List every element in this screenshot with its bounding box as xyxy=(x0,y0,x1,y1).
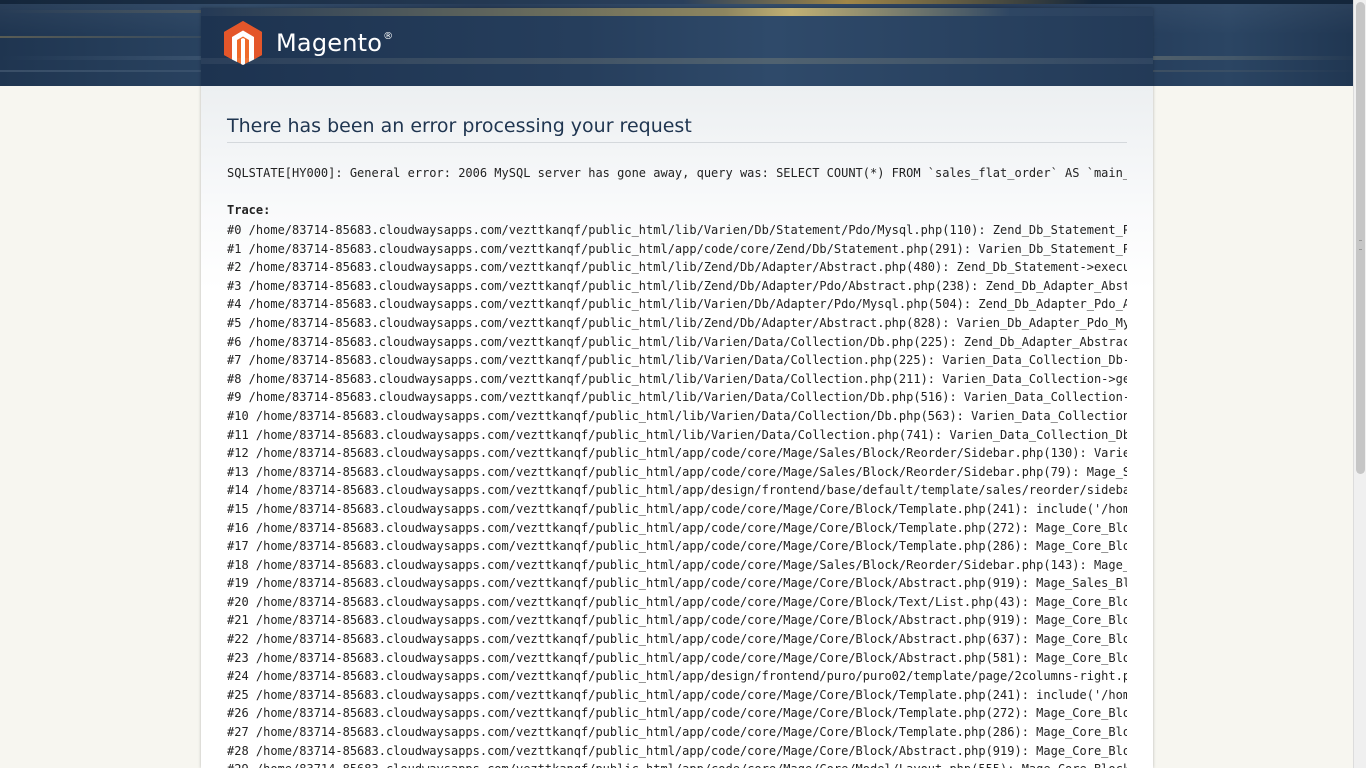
trace-line: #11 /home/83714-85683.cloudwaysapps.com/… xyxy=(227,427,1127,442)
trace-line: #25 /home/83714-85683.cloudwaysapps.com/… xyxy=(227,687,1127,702)
logo-text: Magento® xyxy=(276,29,394,57)
scrollbar-thumb[interactable] xyxy=(1356,2,1365,474)
scrollbar-grip-icon xyxy=(1359,240,1362,250)
trace-line: #13 /home/83714-85683.cloudwaysapps.com/… xyxy=(227,464,1127,479)
error-content: There has been an error processing your … xyxy=(201,86,1153,768)
trace-line: #16 /home/83714-85683.cloudwaysapps.com/… xyxy=(227,520,1127,535)
main-column: Magento® There has been an error process… xyxy=(201,8,1153,768)
trace-line: #22 /home/83714-85683.cloudwaysapps.com/… xyxy=(227,632,1127,647)
trace-line: #15 /home/83714-85683.cloudwaysapps.com/… xyxy=(227,501,1127,516)
trace-line: #23 /home/83714-85683.cloudwaysapps.com/… xyxy=(227,650,1127,665)
trace-line: #20 /home/83714-85683.cloudwaysapps.com/… xyxy=(227,594,1127,609)
trace-line: #4 /home/83714-85683.cloudwaysapps.com/v… xyxy=(227,297,1127,312)
trace-line: #18 /home/83714-85683.cloudwaysapps.com/… xyxy=(227,557,1127,572)
trace-line: #26 /home/83714-85683.cloudwaysapps.com/… xyxy=(227,706,1127,721)
trace-line: #2 /home/83714-85683.cloudwaysapps.com/v… xyxy=(227,260,1127,275)
trace-line: #10 /home/83714-85683.cloudwaysapps.com/… xyxy=(227,408,1127,423)
trace-line: #14 /home/83714-85683.cloudwaysapps.com/… xyxy=(227,483,1127,498)
trace-line: #29 /home/83714-85683.cloudwaysapps.com/… xyxy=(227,760,1127,768)
trace-line: #21 /home/83714-85683.cloudwaysapps.com/… xyxy=(227,613,1127,628)
trace-line: #12 /home/83714-85683.cloudwaysapps.com/… xyxy=(227,446,1127,461)
trace-label: Trace: xyxy=(227,203,271,217)
trace-line: #3 /home/83714-85683.cloudwaysapps.com/v… xyxy=(227,278,1127,293)
trace-line: #28 /home/83714-85683.cloudwaysapps.com/… xyxy=(227,743,1127,758)
trace-line: #5 /home/83714-85683.cloudwaysapps.com/v… xyxy=(227,315,1127,330)
error-message: SQLSTATE[HY000]: General error: 2006 MyS… xyxy=(227,166,1127,180)
magento-logo[interactable]: Magento® xyxy=(223,20,393,66)
trace-line: #0 /home/83714-85683.cloudwaysapps.com/v… xyxy=(227,223,1127,237)
trace-line: #17 /home/83714-85683.cloudwaysapps.com/… xyxy=(227,539,1127,554)
trace-line: #7 /home/83714-85683.cloudwaysapps.com/v… xyxy=(227,353,1127,368)
trace-line: #8 /home/83714-85683.cloudwaysapps.com/v… xyxy=(227,371,1127,386)
trace-line: #1 /home/83714-85683.cloudwaysapps.com/v… xyxy=(227,241,1127,256)
trace-line: #9 /home/83714-85683.cloudwaysapps.com/v… xyxy=(227,390,1127,405)
page-header: Magento® xyxy=(201,8,1153,86)
trace-line: #27 /home/83714-85683.cloudwaysapps.com/… xyxy=(227,725,1127,740)
trace-line: #24 /home/83714-85683.cloudwaysapps.com/… xyxy=(227,669,1127,684)
registered-mark: ® xyxy=(383,31,394,42)
trace-line: #19 /home/83714-85683.cloudwaysapps.com/… xyxy=(227,576,1127,591)
page-title: There has been an error processing your … xyxy=(227,114,1127,143)
magento-logo-icon xyxy=(224,21,262,65)
trace-line: #6 /home/83714-85683.cloudwaysapps.com/v… xyxy=(227,334,1127,349)
trace-list: #0 /home/83714-85683.cloudwaysapps.com/v… xyxy=(227,221,1127,768)
vertical-scrollbar[interactable] xyxy=(1353,0,1366,768)
